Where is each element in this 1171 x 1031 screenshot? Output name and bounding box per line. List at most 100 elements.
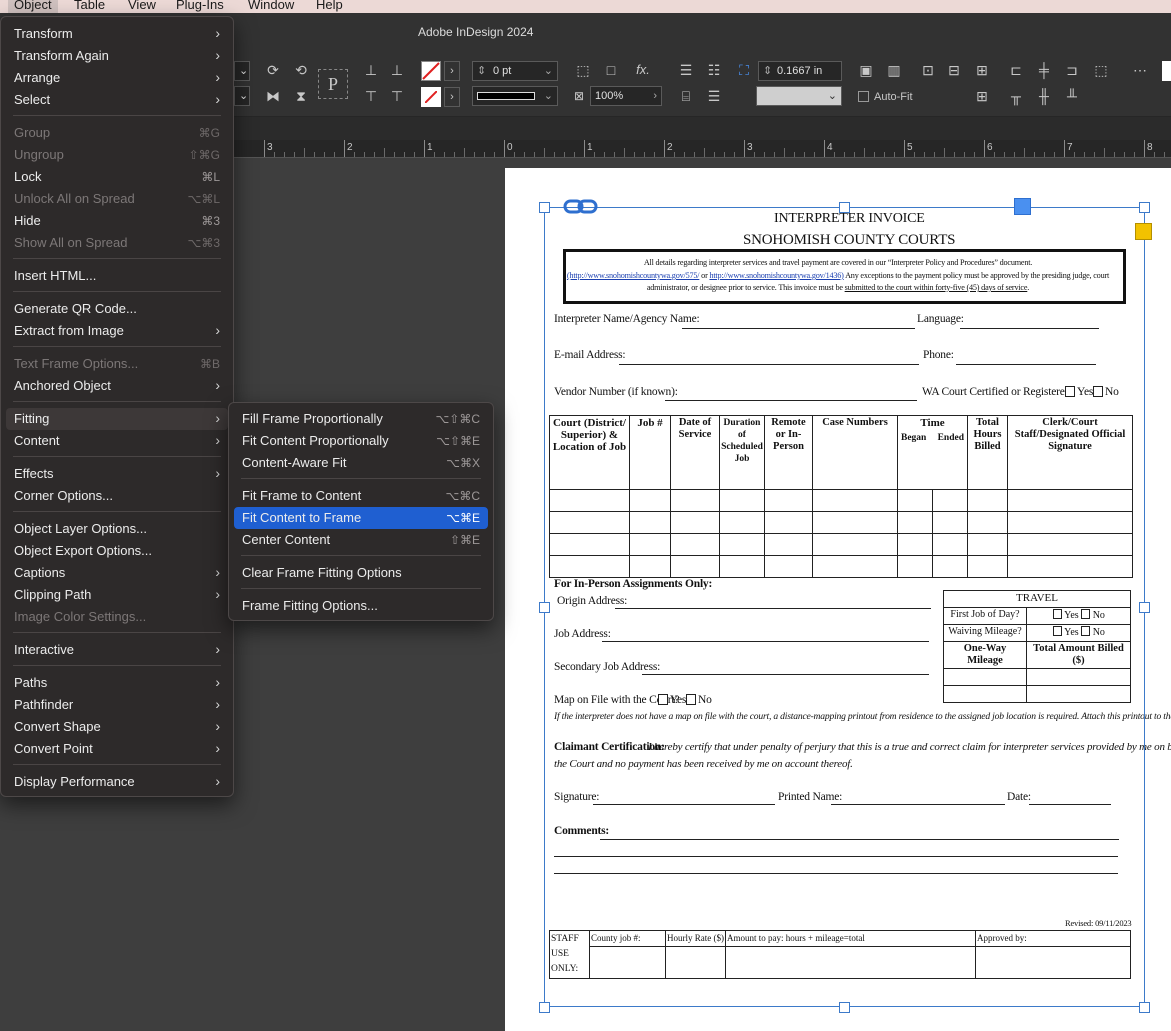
menu-item-lock[interactable]: Lock ⌘L [6, 166, 228, 188]
type-on-frame-icon[interactable]: P [318, 69, 348, 99]
distribute-icon-1[interactable]: ⊥ [360, 61, 382, 79]
menu-item-paths[interactable]: Paths › [6, 672, 228, 694]
menu-item-corner-options[interactable]: Corner Options... [6, 485, 228, 507]
distribute-icon-3[interactable]: ⊤ [360, 87, 382, 105]
align-middle-icon[interactable]: ╫ [1034, 87, 1054, 105]
handle-bottom-left[interactable] [539, 1002, 550, 1013]
text-wrap-icon-4[interactable]: ☰ [704, 87, 724, 105]
align-bottom-icon[interactable]: ╨ [1062, 87, 1082, 105]
stroke-none-swatch[interactable] [421, 87, 441, 107]
menu-item-anchored-object[interactable]: Anchored Object › [6, 375, 228, 397]
menu-item-hide[interactable]: Hide ⌘3 [6, 210, 228, 232]
fill-none-swatch[interactable] [421, 61, 441, 81]
stroke-type-field[interactable]: ⌄ [472, 86, 558, 106]
menubar-plugins[interactable]: Plug-Ins [170, 0, 230, 13]
frame-icon[interactable]: ⬚ [572, 61, 594, 79]
fit-icon-5[interactable]: ⊞ [972, 61, 992, 79]
text-wrap-icon-2[interactable]: ☷ [704, 61, 724, 79]
menu-item-content[interactable]: Content › [6, 430, 228, 452]
handle-bottom-middle[interactable] [839, 1002, 850, 1013]
flip-horizontal-icon[interactable]: ⧓ [262, 87, 284, 105]
map-yes-box[interactable] [658, 694, 668, 705]
stroke-weight-field[interactable]: ⇕ 0 pt ⌄ [472, 61, 558, 81]
menu-item-extract-from-image[interactable]: Extract from Image › [6, 320, 228, 342]
link-chain-icon[interactable] [563, 198, 599, 216]
fit-icon-1[interactable]: ▣ [856, 61, 876, 79]
submenu-item-frame-fitting-options[interactable]: Frame Fitting Options... [234, 595, 488, 617]
stroke-arrow-icon[interactable]: › [444, 87, 460, 107]
submenu-item-fill-frame-proportionally[interactable]: Fill Frame Proportionally ⌥⇧⌘C [234, 408, 488, 430]
menubar-object[interactable]: Object [8, 0, 58, 13]
handle-middle-right[interactable] [1139, 602, 1150, 613]
submenu-item-clear-frame-fitting-options[interactable]: Clear Frame Fitting Options [234, 562, 488, 584]
fill-arrow-icon[interactable]: › [444, 61, 460, 81]
handle-middle-left[interactable] [539, 602, 550, 613]
menu-item-captions[interactable]: Captions › [6, 562, 228, 584]
submenu-item-fit-content-to-frame[interactable]: Fit Content to Frame ⌥⌘E [234, 507, 488, 529]
corner-options-handle[interactable] [1135, 223, 1152, 240]
fit-icon-6[interactable]: ⊞ [972, 87, 992, 105]
spacing-field[interactable]: ⇕ 0.1667 in [758, 61, 842, 81]
menu-item-fitting[interactable]: Fitting › [6, 408, 228, 430]
certified-no-box[interactable] [1093, 386, 1103, 397]
stroke-style-field[interactable]: ⌄ [756, 86, 842, 106]
first-job-options[interactable]: Yes No [1026, 607, 1131, 625]
menu-item-interactive[interactable]: Interactive › [6, 639, 228, 661]
more-options-icon[interactable]: ⋯ [1130, 61, 1150, 79]
menu-item-transform-again[interactable]: Transform Again › [6, 45, 228, 67]
content-grabber-handle[interactable] [1014, 198, 1031, 215]
waiving-options[interactable]: Yes No [1026, 624, 1131, 642]
handle-top-middle[interactable] [839, 202, 850, 213]
menubar-help[interactable]: Help [310, 0, 349, 13]
ref-dropdown-2[interactable]: ⌄ [234, 86, 250, 106]
align-left-icon[interactable]: ⊏ [1006, 61, 1026, 79]
distribute-icon-4[interactable]: ⊤ [386, 87, 408, 105]
menubar-view[interactable]: View [122, 0, 162, 13]
fit-icon-3[interactable]: ⊡ [918, 61, 938, 79]
menu-item-arrange[interactable]: Arrange › [6, 67, 228, 89]
menu-item-convert-point[interactable]: Convert Point › [6, 738, 228, 760]
rotate-ccw-icon[interactable]: ⟲ [290, 61, 312, 79]
text-wrap-icon-3[interactable]: ⌸ [676, 87, 696, 105]
menu-item-transform[interactable]: Transform › [6, 23, 228, 45]
certified-yes-box[interactable] [1065, 386, 1075, 397]
autofit-checkbox[interactable] [858, 91, 869, 102]
menu-item-pathfinder[interactable]: Pathfinder › [6, 694, 228, 716]
handle-top-right[interactable] [1139, 202, 1150, 213]
menu-item-insert-html[interactable]: Insert HTML... [6, 265, 228, 287]
menu-item-clipping-path[interactable]: Clipping Path › [6, 584, 228, 606]
rotate-cw-icon[interactable]: ⟳ [262, 61, 284, 79]
scale-field[interactable]: 100% › [590, 86, 662, 106]
menu-item-generate-qr-code[interactable]: Generate QR Code... [6, 298, 228, 320]
menu-item-effects[interactable]: Effects › [6, 463, 228, 485]
distribute-icon-2[interactable]: ⊥ [386, 61, 408, 79]
fit-icon-4[interactable]: ⊟ [944, 61, 964, 79]
fit-icon-2[interactable]: ▥ [884, 61, 904, 79]
menubar-table[interactable]: Table [68, 0, 111, 13]
align-right-icon[interactable]: ⊐ [1062, 61, 1082, 79]
policy-link-1[interactable]: (http://www.snohomishcountywa.gov/575/ [567, 271, 700, 280]
flip-vertical-icon[interactable]: ⧗ [290, 87, 312, 105]
shape-icon[interactable]: □ [600, 61, 622, 79]
menu-item-display-performance[interactable]: Display Performance › [6, 771, 228, 793]
menu-item-object-layer-options[interactable]: Object Layer Options... [6, 518, 228, 540]
submenu-item-fit-frame-to-content[interactable]: Fit Frame to Content ⌥⌘C [234, 485, 488, 507]
handle-bottom-right[interactable] [1139, 1002, 1150, 1013]
menu-item-object-export-options[interactable]: Object Export Options... [6, 540, 228, 562]
align-top-icon[interactable]: ╥ [1006, 87, 1026, 105]
align-center-icon[interactable]: ╪ [1034, 61, 1054, 79]
effects-fx-icon[interactable]: fx. [630, 61, 656, 79]
menubar-window[interactable]: Window [242, 0, 300, 13]
distribute-menu-icon[interactable]: ⬚ [1090, 61, 1112, 79]
submenu-item-fit-content-proportionally[interactable]: Fit Content Proportionally ⌥⇧⌘E [234, 430, 488, 452]
menu-item-select[interactable]: Select › [6, 89, 228, 111]
menu-item-convert-shape[interactable]: Convert Shape › [6, 716, 228, 738]
submenu-item-content-aware-fit[interactable]: Content-Aware Fit ⌥⌘X [234, 452, 488, 474]
submenu-item-center-content[interactable]: Center Content ⇧⌘E [234, 529, 488, 551]
handle-top-left[interactable] [539, 202, 550, 213]
policy-link-2[interactable]: http://www.snohomishcountywa.gov/1436) [709, 271, 843, 280]
text-wrap-icon-1[interactable]: ☰ [676, 61, 696, 79]
map-no-box[interactable] [686, 694, 696, 705]
ref-dropdown-1[interactable]: ⌄ [234, 61, 250, 81]
grid-select-icon[interactable]: ⛶ [734, 61, 754, 79]
